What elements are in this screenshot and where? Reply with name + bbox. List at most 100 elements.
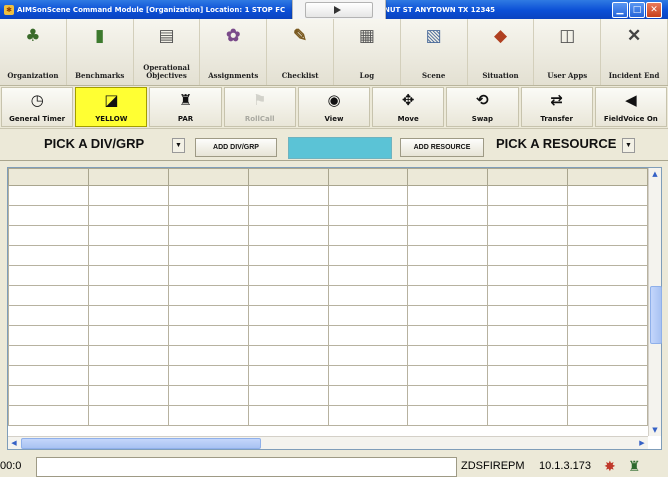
grid-cell[interactable] <box>8 245 89 266</box>
grid-cell[interactable] <box>87 265 169 286</box>
grid-cell[interactable] <box>87 385 169 406</box>
grid-cell[interactable] <box>247 205 329 226</box>
grid-cell[interactable] <box>167 245 249 266</box>
grid-cell[interactable] <box>8 205 89 226</box>
grid-cell[interactable] <box>487 285 569 306</box>
grid-cell[interactable] <box>487 305 569 326</box>
grid-cell[interactable] <box>567 285 648 306</box>
grid-header-cell[interactable] <box>87 168 169 186</box>
grid-cell[interactable] <box>247 345 329 366</box>
grid-cell[interactable] <box>8 385 89 406</box>
grid-cell[interactable] <box>8 305 89 326</box>
grid-header-cell[interactable] <box>167 168 249 186</box>
grid-cell[interactable] <box>87 305 169 326</box>
grid-cell[interactable] <box>407 185 489 206</box>
grid-cell[interactable] <box>327 365 409 386</box>
table-row[interactable] <box>8 225 648 246</box>
grid-header-cell[interactable] <box>407 168 489 186</box>
grid-cell[interactable] <box>87 205 169 226</box>
grid-cell[interactable] <box>87 365 169 386</box>
toolbar-button-operational-objectives[interactable]: ▤ Operational Objectives <box>134 19 201 85</box>
grid-cell[interactable] <box>87 345 169 366</box>
grid-cell[interactable] <box>567 205 648 226</box>
grid-cell[interactable] <box>327 185 409 206</box>
close-icon[interactable]: ✕ <box>646 2 662 18</box>
grid-cell[interactable] <box>327 325 409 346</box>
action-button-move[interactable]: ✥ Move <box>372 87 445 127</box>
grid-cell[interactable] <box>487 185 569 206</box>
grid-cell[interactable] <box>487 405 569 426</box>
grid-cell[interactable] <box>327 205 409 226</box>
grid-cell[interactable] <box>567 405 648 426</box>
grid-cell[interactable] <box>167 265 249 286</box>
grid-cell[interactable] <box>407 385 489 406</box>
grid-cell[interactable] <box>567 365 648 386</box>
grid-cell[interactable] <box>8 225 89 246</box>
vertical-scroll-thumb[interactable] <box>650 286 662 344</box>
chevron-down-icon[interactable]: ▼ <box>622 138 635 153</box>
grid-cell[interactable] <box>327 265 409 286</box>
scroll-up-icon[interactable]: ▲ <box>649 168 661 180</box>
grid-cell[interactable] <box>87 225 169 246</box>
toolbar-button-assignments[interactable]: ✿ Assignments <box>200 19 268 85</box>
grid-cell[interactable] <box>247 185 329 206</box>
horizontal-scrollbar[interactable]: ◀ ▶ <box>8 436 648 449</box>
grid-cell[interactable] <box>87 325 169 346</box>
vertical-scrollbar[interactable]: ▲ ▼ <box>648 168 662 436</box>
grid-cell[interactable] <box>8 345 89 366</box>
resource-dropdown[interactable]: PICK A RESOURCE ▼ <box>496 135 664 155</box>
grid-cell[interactable] <box>247 325 329 346</box>
grid-cell[interactable] <box>407 265 489 286</box>
action-button-par[interactable]: ♜ PAR <box>149 87 222 127</box>
table-row[interactable] <box>8 405 648 426</box>
grid-cell[interactable] <box>407 405 489 426</box>
table-row[interactable] <box>8 365 648 386</box>
toolbar-button-benchmarks[interactable]: ▮ Benchmarks <box>67 19 134 85</box>
grid-cell[interactable] <box>567 345 648 366</box>
grid-header-cell[interactable] <box>567 168 648 186</box>
grid-cell[interactable] <box>567 385 648 406</box>
grid-cell[interactable] <box>167 185 249 206</box>
grid-cell[interactable] <box>167 385 249 406</box>
grid-cell[interactable] <box>87 405 169 426</box>
connection-status-icon[interactable]: ♜ <box>628 457 641 475</box>
action-button-transfer[interactable]: ⇄ Transfer <box>520 87 593 127</box>
grid-cell[interactable] <box>247 285 329 306</box>
grid-cell[interactable] <box>327 285 409 306</box>
grid-cell[interactable] <box>487 345 569 366</box>
play-button[interactable] <box>305 2 373 18</box>
grid-cell[interactable] <box>567 305 648 326</box>
grid-cell[interactable] <box>487 325 569 346</box>
grid-cell[interactable] <box>167 405 249 426</box>
table-row[interactable] <box>8 185 648 206</box>
toolbar-button-log[interactable]: ▦ Log <box>334 19 401 85</box>
grid-header-cell[interactable] <box>327 168 409 186</box>
grid-cell[interactable] <box>87 285 169 306</box>
grid-cell[interactable] <box>407 225 489 246</box>
grid-cell[interactable] <box>167 225 249 246</box>
grid-cell[interactable] <box>487 245 569 266</box>
grid-cell[interactable] <box>8 405 89 426</box>
maximize-icon[interactable]: □ <box>629 2 645 18</box>
grid-cell[interactable] <box>407 365 489 386</box>
table-row[interactable] <box>8 385 648 406</box>
grid-cell[interactable] <box>567 245 648 266</box>
table-row[interactable] <box>8 205 648 226</box>
grid-cell[interactable] <box>247 265 329 286</box>
divgrp-dropdown[interactable]: PICK A DIV/GRP ▼ <box>44 135 186 155</box>
toolbar-button-organization[interactable]: ♣ Organization <box>0 19 67 85</box>
chevron-down-icon[interactable]: ▼ <box>172 138 185 153</box>
grid-cell[interactable] <box>8 325 89 346</box>
grid-cell[interactable] <box>8 185 89 206</box>
scroll-right-icon[interactable]: ▶ <box>636 437 648 449</box>
grid-cell[interactable] <box>8 285 89 306</box>
grid-header-cell[interactable] <box>8 168 89 186</box>
grid-cell[interactable] <box>167 205 249 226</box>
grid-cell[interactable] <box>247 225 329 246</box>
add-resource-button[interactable]: ADD RESOURCE <box>400 138 484 157</box>
table-row[interactable] <box>8 325 648 346</box>
action-button-general-timer[interactable]: ◷ General Timer <box>1 87 74 127</box>
grid-cell[interactable] <box>407 345 489 366</box>
grid-cell[interactable] <box>407 285 489 306</box>
grid-cell[interactable] <box>407 245 489 266</box>
